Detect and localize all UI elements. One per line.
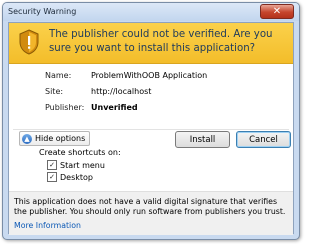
desktop-checkbox[interactable]: ✓: [47, 172, 57, 182]
install-button[interactable]: Install: [175, 131, 230, 148]
warning-banner: The publisher could not be verified. Are…: [9, 23, 293, 64]
footer: This application does not have a valid d…: [9, 191, 293, 235]
site-label: Site:: [45, 87, 64, 96]
start-menu-checkbox[interactable]: ✓: [47, 160, 57, 170]
dialog-body: The publisher could not be verified. Are…: [8, 22, 294, 235]
desktop-label: Desktop: [60, 172, 93, 182]
name-value: ProblemWithOOB Application: [91, 71, 208, 80]
warning-headline: The publisher could not be verified. Are…: [49, 29, 273, 54]
start-menu-option[interactable]: ✓ Start menu: [47, 160, 105, 170]
publisher-label: Publisher:: [45, 103, 85, 112]
close-icon: ✕: [272, 6, 282, 17]
close-button[interactable]: ✕: [260, 4, 294, 19]
title-bar[interactable]: Security Warning ✕: [3, 3, 299, 21]
cancel-button[interactable]: Cancel: [236, 131, 291, 148]
footer-warning-text: This application does not have a valid d…: [14, 197, 286, 216]
chevron-up-icon: ▲: [22, 133, 32, 144]
window-title: Security Warning: [8, 7, 77, 16]
site-value: http://localhost: [91, 87, 152, 96]
start-menu-label: Start menu: [60, 160, 105, 170]
more-information-link[interactable]: More Information: [14, 221, 81, 230]
security-warning-window: Security Warning ✕ The publisher could n…: [2, 2, 300, 240]
hide-options-button[interactable]: ▲ Hide options: [19, 131, 91, 146]
desktop-option[interactable]: ✓ Desktop: [47, 172, 93, 182]
shield-warning-icon: [19, 29, 39, 55]
shortcuts-label: Create shortcuts on:: [39, 148, 121, 157]
name-label: Name:: [45, 71, 72, 80]
divider: [13, 129, 289, 130]
publisher-value: Unverified: [91, 103, 138, 112]
hide-options-label: Hide options: [35, 134, 86, 143]
